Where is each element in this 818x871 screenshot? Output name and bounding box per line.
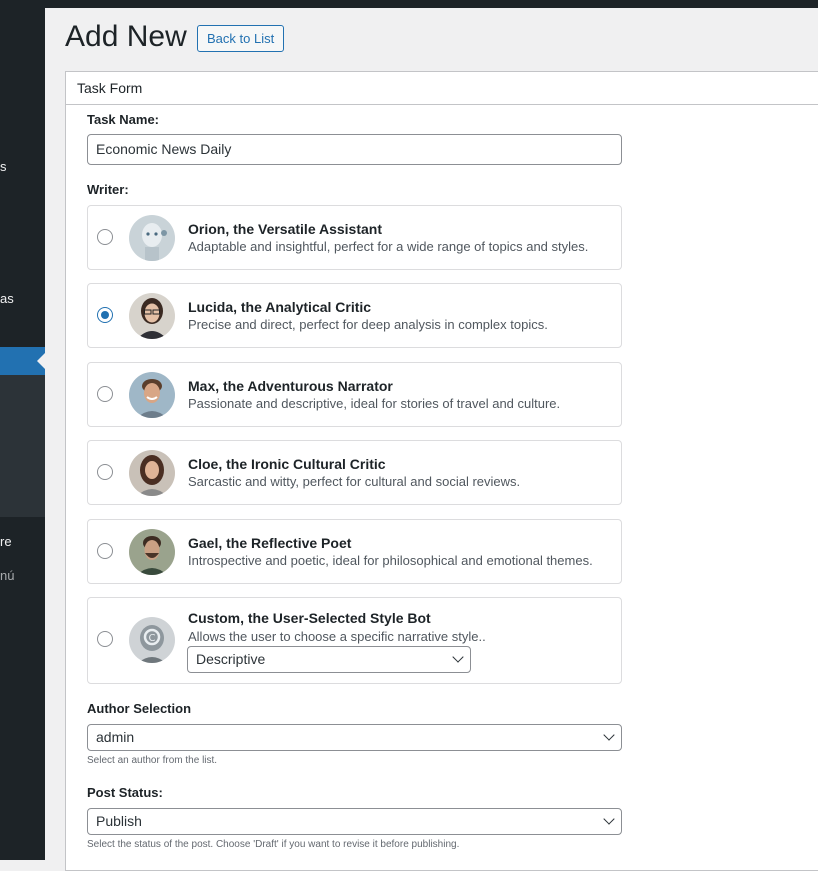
writer-description: Introspective and poetic, ideal for phil… <box>188 553 593 568</box>
post-status-hint: Select the status of the post. Choose 'D… <box>87 839 460 850</box>
sidebar-menu-item[interactable]: as <box>0 291 14 307</box>
panel-title: Task Form <box>66 72 818 105</box>
custom-robot-avatar: C <box>129 617 175 663</box>
sidebar-menu-item[interactable]: re <box>0 534 12 550</box>
writer-radio[interactable] <box>97 631 113 647</box>
writer-radio[interactable] <box>97 307 113 323</box>
svg-text:C: C <box>149 633 156 644</box>
writer-radio[interactable] <box>97 229 113 245</box>
writer-description: Adaptable and insightful, perfect for a … <box>188 239 589 254</box>
sidebar-collapse-menu[interactable]: nú <box>0 568 14 584</box>
writer-name: Max, the Adventurous Narrator <box>188 378 393 394</box>
post-status-value: Publish <box>96 813 142 829</box>
writer-description: Passionate and descriptive, ideal for st… <box>188 396 561 411</box>
chevron-down-icon <box>603 813 615 825</box>
post-status-label: Post Status: <box>87 785 163 800</box>
admin-bar <box>0 0 818 8</box>
writer-description: Sarcastic and witty, perfect for cultura… <box>188 474 521 489</box>
chevron-down-icon <box>603 729 615 741</box>
writer-label: Writer: <box>87 182 129 197</box>
task-name-label: Task Name: <box>87 112 160 127</box>
sidebar-current-item[interactable] <box>0 347 45 376</box>
writer-radio[interactable] <box>97 464 113 480</box>
back-to-list-button[interactable]: Back to List <box>197 25 285 52</box>
bearded-man-avatar <box>129 529 175 575</box>
writer-option-max[interactable]: Max, the Adventurous Narrator Passionate… <box>87 362 622 427</box>
author-hint: Select an author from the list. <box>87 755 218 766</box>
sidebar-submenu <box>0 375 45 517</box>
writer-radio[interactable] <box>97 543 113 559</box>
writer-name: Orion, the Versatile Assistant <box>188 221 382 237</box>
writer-option-cloe[interactable]: Cloe, the Ironic Cultural Critic Sarcast… <box>87 440 622 505</box>
writer-option-gael[interactable]: Gael, the Reflective Poet Introspective … <box>87 519 622 584</box>
writer-description: Allows the user to choose a specific nar… <box>188 629 486 644</box>
writer-option-lucida[interactable]: Lucida, the Analytical Critic Precise an… <box>87 283 622 348</box>
author-select[interactable]: admin <box>87 724 622 751</box>
chevron-down-icon <box>452 651 464 663</box>
writer-name: Cloe, the Ironic Cultural Critic <box>188 456 386 472</box>
author-value: admin <box>96 729 135 745</box>
author-selection-label: Author Selection <box>87 701 192 716</box>
writer-radio[interactable] <box>97 386 113 402</box>
writer-description: Precise and direct, perfect for deep ana… <box>188 317 548 332</box>
writer-name: Gael, the Reflective Poet <box>188 535 352 551</box>
task-name-input[interactable]: Economic News Daily <box>87 134 622 165</box>
writer-option-custom[interactable]: C Custom, the User-Selected Style Bot Al… <box>87 597 622 684</box>
page-title: Add New <box>65 20 187 53</box>
woman-avatar <box>129 450 175 496</box>
robot-avatar <box>129 215 175 261</box>
writer-name: Lucida, the Analytical Critic <box>188 299 372 315</box>
woman-glasses-avatar <box>129 293 175 339</box>
narrative-style-select[interactable]: Descriptive <box>187 646 471 673</box>
narrative-style-value: Descriptive <box>196 651 266 667</box>
sidebar-menu-item[interactable]: s <box>0 159 7 175</box>
smiling-man-avatar <box>129 372 175 418</box>
writer-option-orion[interactable]: Orion, the Versatile Assistant Adaptable… <box>87 205 622 270</box>
post-status-select[interactable]: Publish <box>87 808 622 835</box>
writer-name: Custom, the User-Selected Style Bot <box>188 610 431 626</box>
admin-sidebar: s as re nú <box>0 0 45 860</box>
